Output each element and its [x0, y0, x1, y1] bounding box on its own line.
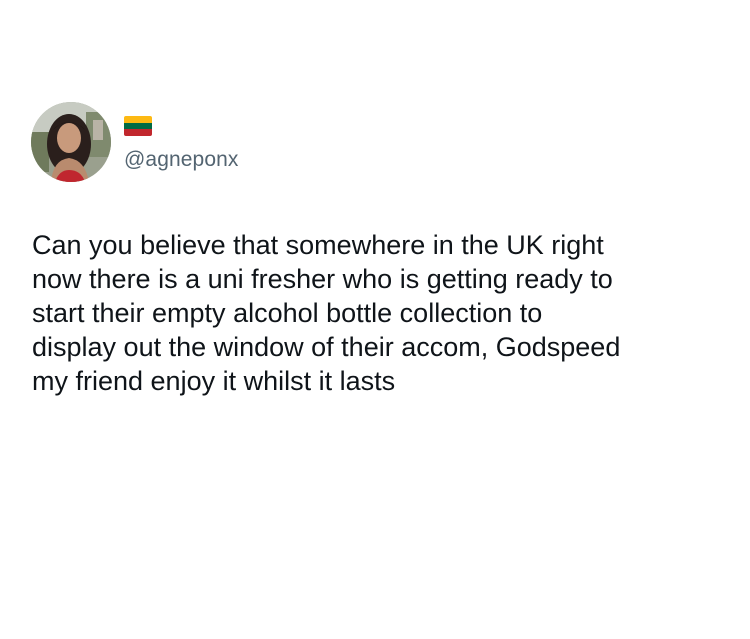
avatar-photo	[31, 102, 111, 182]
lithuania-flag-icon	[124, 116, 152, 136]
user-info: @agneponx	[124, 112, 238, 172]
user-handle[interactable]: @agneponx	[124, 148, 238, 172]
avatar[interactable]	[31, 102, 111, 182]
tweet-screenshot: @agneponx Can you believe that somewhere…	[0, 0, 750, 639]
tweet-header: @agneponx	[31, 102, 238, 182]
tweet-text: Can you believe that somewhere in the UK…	[32, 230, 621, 396]
